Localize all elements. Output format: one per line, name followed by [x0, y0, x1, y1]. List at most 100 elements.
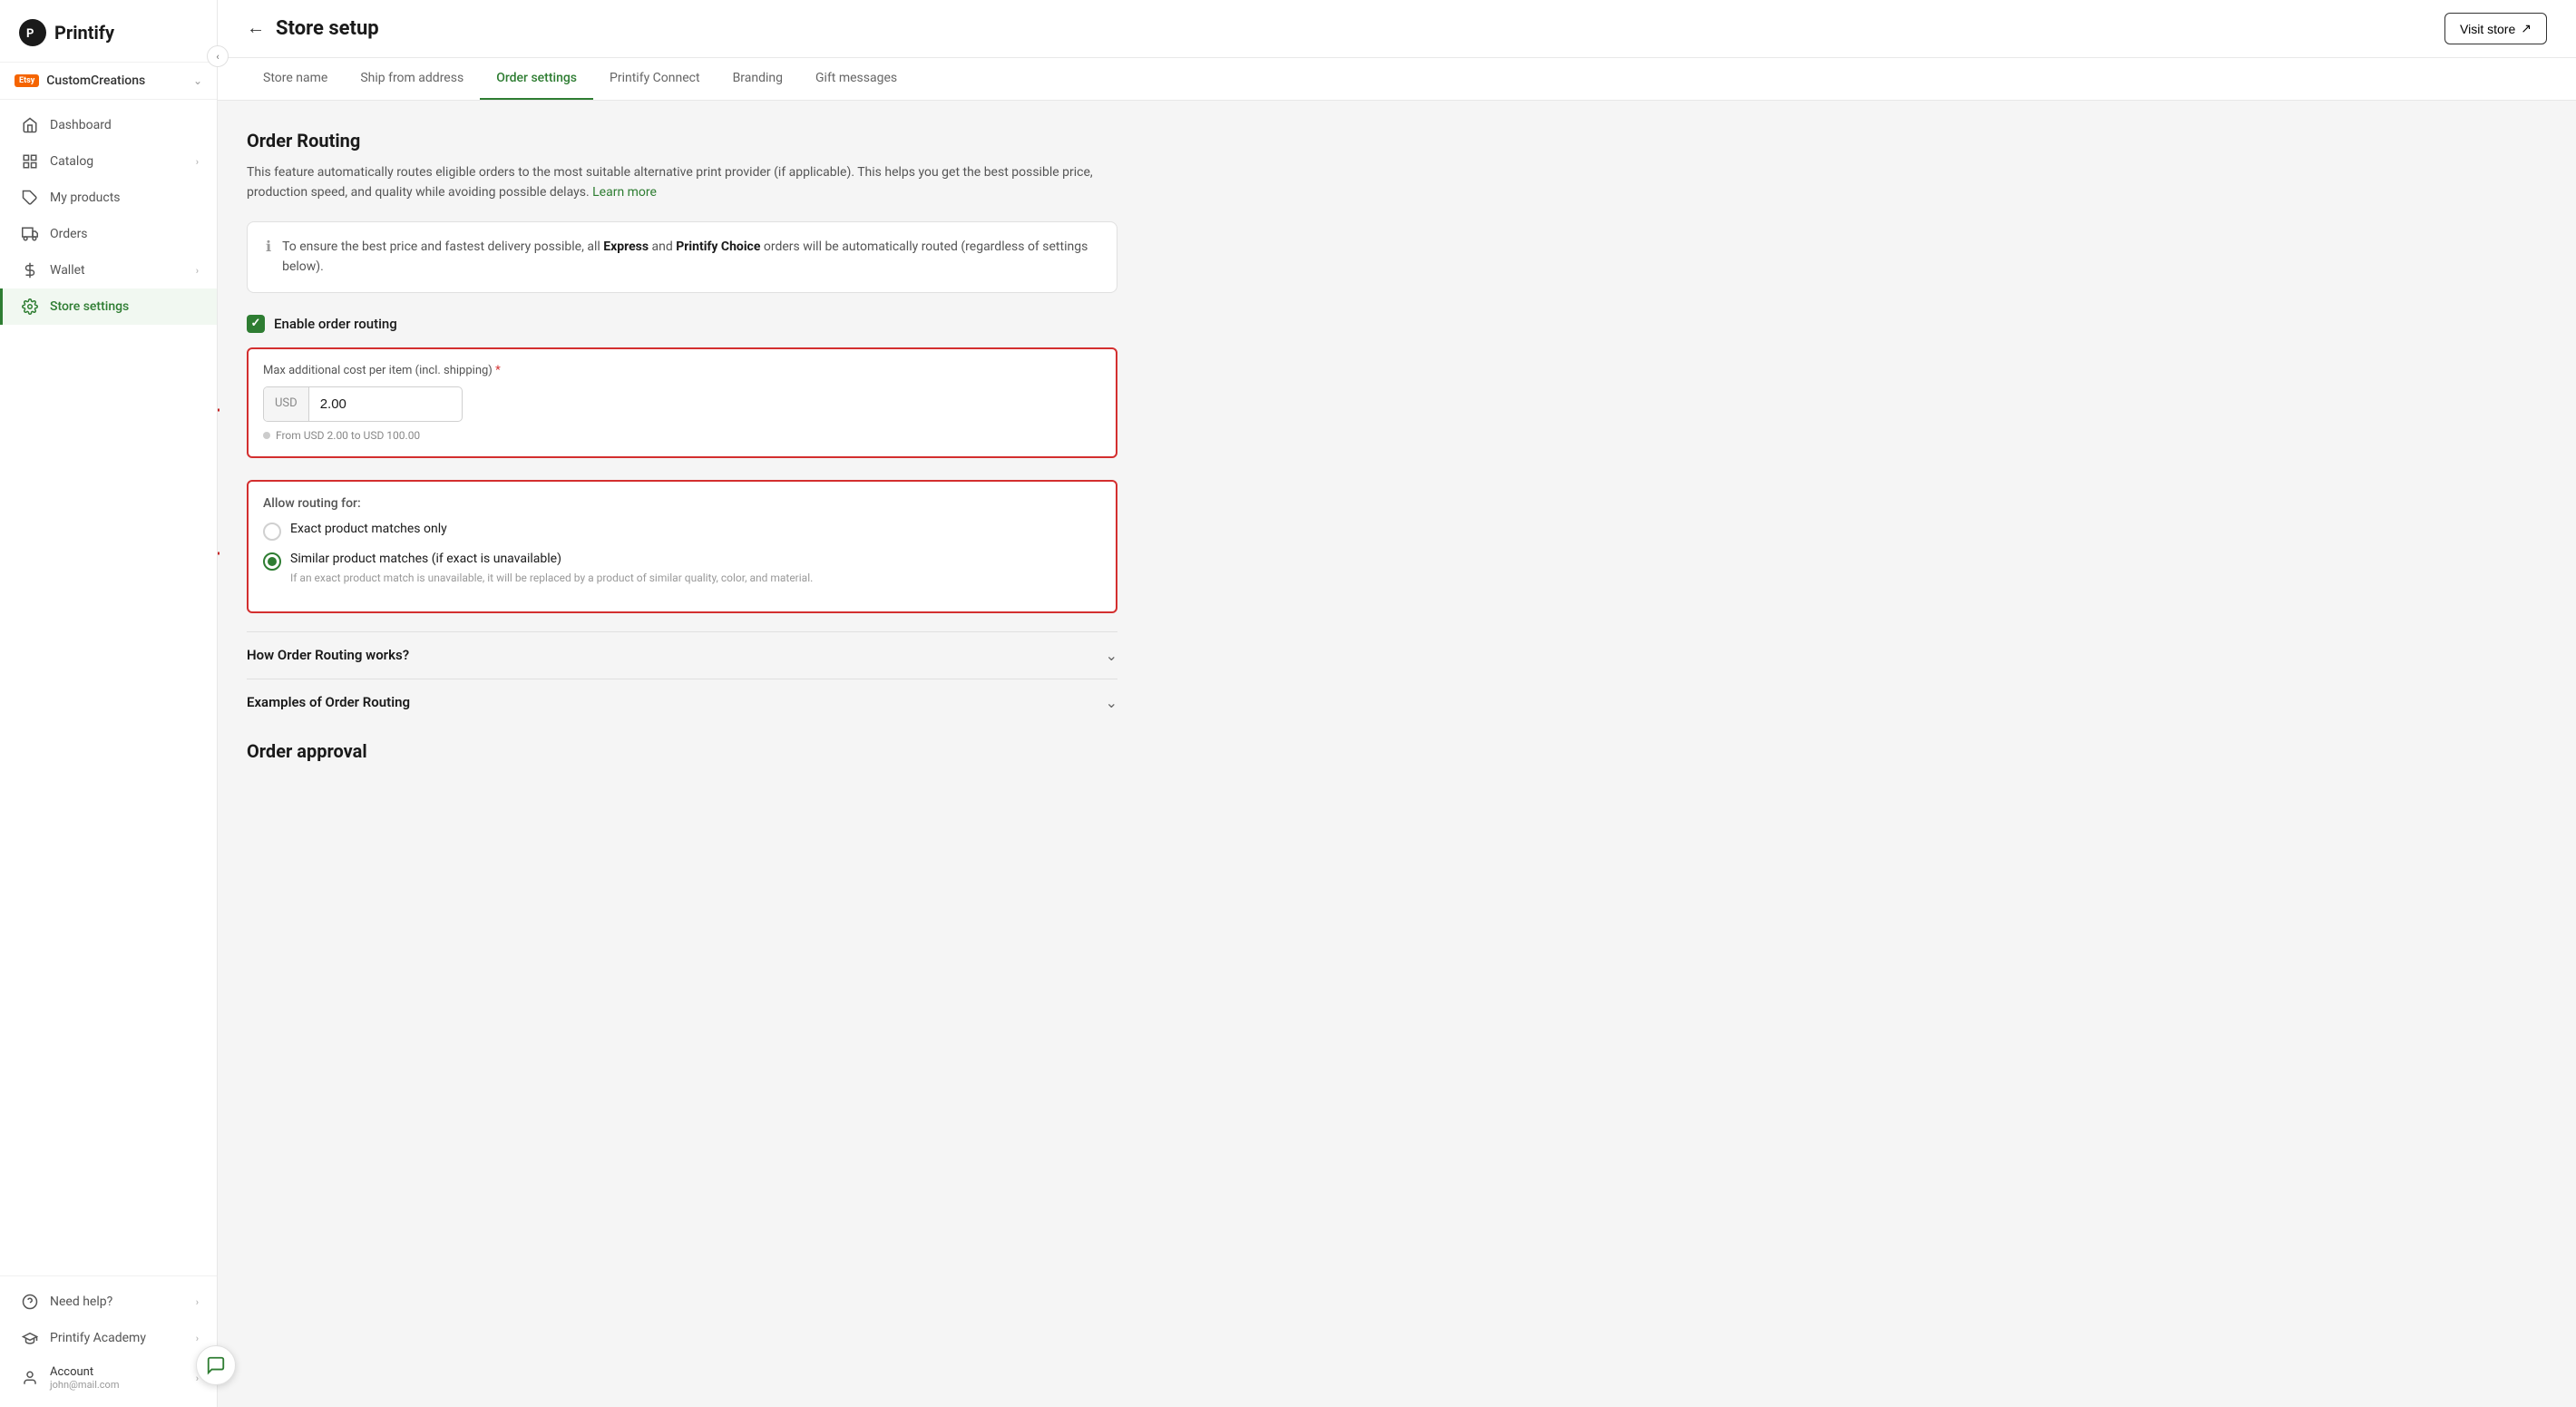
back-button[interactable]: ←	[247, 18, 265, 39]
sidebar-item-orders-label: Orders	[50, 227, 88, 241]
printify-logo-icon: P	[18, 18, 47, 47]
red-arrow-2	[218, 537, 229, 570]
external-link-icon: ↗	[2521, 21, 2532, 36]
accordion-how-works[interactable]: How Order Routing works? ⌄	[247, 631, 1117, 679]
sidebar-item-store-settings-label: Store settings	[50, 299, 129, 314]
sidebar-item-need-help[interactable]: Need help? ›	[0, 1284, 217, 1320]
truck-icon	[21, 225, 39, 243]
sidebar-item-wallet[interactable]: Wallet ›	[0, 252, 217, 288]
accordion-examples[interactable]: Examples of Order Routing ⌄	[247, 679, 1117, 726]
cost-input-field[interactable]	[309, 387, 436, 421]
arrow-1-container	[218, 394, 229, 430]
max-cost-label: Max additional cost per item (incl. ship…	[263, 364, 1101, 377]
page-title: Store setup	[276, 17, 379, 40]
store-name: CustomCreations	[46, 73, 186, 88]
account-email: john@mail.com	[50, 1379, 185, 1391]
allow-routing-wrapper: Allow routing for: Exact product matches…	[247, 480, 1117, 631]
sidebar-item-my-products-label: My products	[50, 191, 121, 205]
sidebar-item-printify-academy-label: Printify Academy	[50, 1331, 146, 1345]
enable-order-routing-row[interactable]: Enable order routing	[247, 315, 1117, 333]
info-box-text: To ensure the best price and fastest del…	[282, 237, 1098, 278]
red-arrow-1	[218, 394, 229, 426]
order-routing-checkbox[interactable]	[247, 315, 265, 333]
question-circle-icon	[21, 1293, 39, 1311]
house-icon	[21, 116, 39, 134]
tab-branding[interactable]: Branding	[717, 58, 799, 100]
etsy-badge: Etsy	[15, 74, 39, 87]
content-inner: Order Routing This feature automatically…	[247, 130, 1117, 762]
svg-text:P: P	[26, 27, 34, 41]
store-chevron-icon: ⌄	[193, 74, 202, 87]
store-selector[interactable]: Etsy CustomCreations ⌄	[0, 63, 217, 100]
radio-exact-button[interactable]	[263, 523, 281, 541]
topbar: ← Store setup Visit store ↗	[218, 0, 2576, 58]
logo-text: Printify	[54, 22, 114, 44]
catalog-chevron-icon: ›	[196, 156, 199, 168]
need-help-chevron-icon: ›	[196, 1296, 199, 1308]
radio-exact-label: Exact product matches only	[290, 522, 447, 536]
accordion-how-works-title: How Order Routing works?	[247, 647, 409, 663]
max-cost-box: Max additional cost per item (incl. ship…	[247, 347, 1117, 458]
tab-store-name[interactable]: Store name	[247, 58, 344, 100]
sidebar-item-store-settings[interactable]: Store settings	[0, 288, 217, 325]
sidebar-item-dashboard[interactable]: Dashboard	[0, 107, 217, 143]
order-routing-title: Order Routing	[247, 130, 1117, 151]
currency-prefix: USD	[264, 387, 309, 421]
sidebar-item-printify-academy[interactable]: Printify Academy ›	[0, 1320, 217, 1356]
learn-more-link[interactable]: Learn more	[592, 185, 657, 200]
sidebar-item-dashboard-label: Dashboard	[50, 118, 112, 132]
visit-store-label: Visit store	[2460, 22, 2515, 36]
tabs-bar: Store name Ship from address Order setti…	[218, 58, 2576, 101]
cost-input-group: USD	[263, 386, 463, 422]
tab-order-settings[interactable]: Order settings	[480, 58, 593, 100]
max-cost-wrapper: Max additional cost per item (incl. ship…	[247, 347, 1117, 476]
tab-ship-from[interactable]: Ship from address	[344, 58, 480, 100]
accordion-how-works-chevron-icon: ⌄	[1106, 647, 1117, 664]
info-box: ℹ To ensure the best price and fastest d…	[247, 221, 1117, 293]
allow-routing-label: Allow routing for:	[263, 496, 1101, 511]
grid-icon	[21, 152, 39, 171]
info-icon: ℹ	[266, 238, 271, 255]
wallet-chevron-icon: ›	[196, 265, 199, 277]
tag-icon	[21, 189, 39, 207]
radio-exact-content: Exact product matches only	[290, 522, 447, 536]
allow-routing-box: Allow routing for: Exact product matches…	[247, 480, 1117, 613]
radio-exact-row: Exact product matches only	[263, 522, 1101, 541]
sidebar-item-orders[interactable]: Orders	[0, 216, 217, 252]
sidebar-collapse-button[interactable]: ‹	[207, 45, 229, 67]
topbar-left: ← Store setup	[247, 17, 379, 40]
accordion-examples-chevron-icon: ⌄	[1106, 694, 1117, 711]
sidebar: P Printify Etsy CustomCreations ⌄ Dashbo…	[0, 0, 218, 1407]
sidebar-item-need-help-label: Need help?	[50, 1295, 112, 1309]
enable-order-routing-label: Enable order routing	[274, 316, 397, 332]
graduation-icon	[21, 1329, 39, 1347]
sidebar-item-wallet-label: Wallet	[50, 263, 85, 278]
sidebar-item-catalog[interactable]: Catalog ›	[0, 143, 217, 180]
sidebar-item-catalog-label: Catalog	[50, 154, 93, 169]
nav-items: Dashboard Catalog › My products Orders	[0, 100, 217, 1275]
content-area: Order Routing This feature automatically…	[218, 101, 2576, 1407]
sidebar-item-my-products[interactable]: My products	[0, 180, 217, 216]
dollar-icon	[21, 261, 39, 279]
radio-similar-sublabel: If an exact product match is unavailable…	[290, 570, 813, 586]
order-routing-description: This feature automatically routes eligib…	[247, 162, 1117, 203]
chat-support-button[interactable]	[196, 1345, 236, 1385]
arrow-2-container	[218, 537, 229, 573]
radio-similar-row: Similar product matches (if exact is una…	[263, 552, 1101, 586]
academy-chevron-icon: ›	[196, 1333, 199, 1344]
tab-gift-messages[interactable]: Gift messages	[799, 58, 913, 100]
cost-hint: From USD 2.00 to USD 100.00	[263, 429, 1101, 442]
radio-similar-label: Similar product matches (if exact is una…	[290, 552, 813, 566]
sidebar-item-account[interactable]: Account john@mail.com ›	[0, 1356, 217, 1400]
visit-store-button[interactable]: Visit store ↗	[2444, 13, 2547, 44]
radio-similar-button[interactable]	[263, 552, 281, 571]
sidebar-bottom: Need help? › Printify Academy › Account …	[0, 1275, 217, 1407]
gear-icon	[21, 298, 39, 316]
order-approval-title: Order approval	[247, 726, 1117, 762]
logo-area: P Printify	[0, 0, 217, 63]
required-marker: *	[495, 364, 501, 377]
chat-icon	[206, 1355, 226, 1375]
hint-dot-icon	[263, 432, 270, 439]
tab-printify-connect[interactable]: Printify Connect	[593, 58, 717, 100]
account-label: Account	[50, 1365, 185, 1379]
